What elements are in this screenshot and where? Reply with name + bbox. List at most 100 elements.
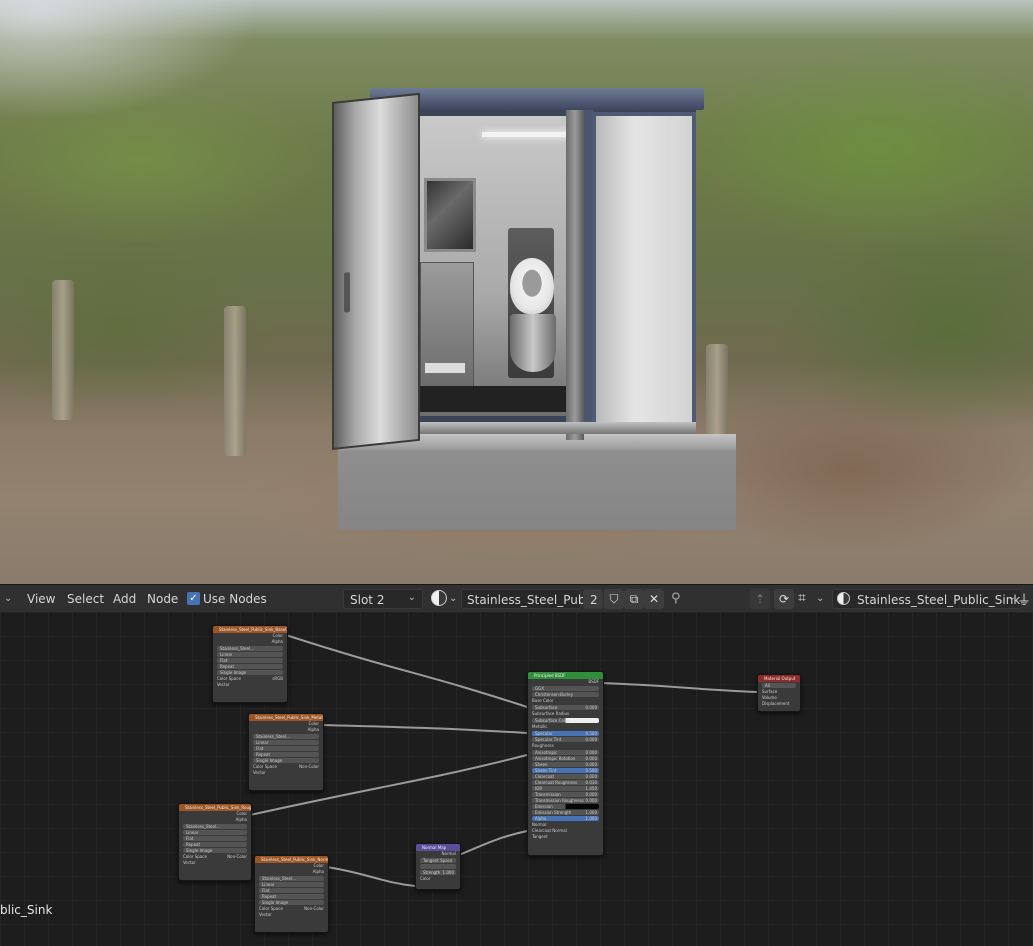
output-alpha: Alpha: [312, 869, 324, 874]
projection-dropdown[interactable]: Flat: [183, 836, 247, 841]
snap-grid-icon[interactable]: ⌗: [798, 590, 806, 606]
interpolation-dropdown[interactable]: Linear: [217, 652, 283, 657]
principled-bsdf-node[interactable]: Principled BSDF BSDF GGX Christensen-Bur…: [527, 671, 604, 856]
input-metallic: Metallic: [528, 724, 603, 730]
input-label: Specular: [535, 731, 553, 736]
link-normal-color: [326, 866, 416, 887]
chevron-down-icon: ⌄: [407, 592, 416, 603]
material-name: Stainless_Steel_Publ...: [467, 593, 601, 607]
input-label: Clearcoat Roughness: [535, 780, 578, 785]
input-value: 0.000: [585, 798, 597, 803]
object-material-dropdown[interactable]: Stainless_Steel_Public_Sink ⌄: [832, 589, 1022, 609]
input-specular-tint[interactable]: Specular Tint 0.000: [532, 737, 599, 742]
subsurface-method-dropdown[interactable]: Christensen-Burley: [532, 692, 599, 697]
input-value: 1.000: [585, 816, 597, 821]
3d-viewport[interactable]: [0, 0, 1033, 584]
target-dropdown[interactable]: All: [762, 683, 796, 688]
chevron-down-icon[interactable]: ⌄: [816, 593, 824, 604]
image-selector[interactable]: Stainless_Steel...: [253, 734, 319, 739]
fake-user-shield-icon[interactable]: ⛉: [604, 589, 624, 609]
image-texture-node-roughness[interactable]: Stainless_Steel_Public_Sink_Roughness Co…: [178, 803, 252, 881]
input-alpha[interactable]: Alpha 1.000: [532, 816, 599, 821]
image-texture-node-metallic[interactable]: Stainless_Steel_Public_Sink_Metallic Col…: [248, 713, 324, 791]
input-sheen[interactable]: Sheen 0.000: [532, 762, 599, 767]
node-canvas[interactable]: Stainless_Steel_Public_Sink_BaseColor Co…: [0, 612, 1033, 946]
user-count: 2: [590, 593, 598, 607]
source-dropdown[interactable]: Single Image: [253, 758, 319, 763]
uv-map-field[interactable]: [420, 864, 456, 869]
interpolation-dropdown[interactable]: Linear: [259, 882, 324, 887]
input-label: Subsurface: [535, 705, 558, 710]
input-label: Alpha: [535, 816, 547, 821]
canvas-material-label: blic_Sink: [0, 903, 53, 917]
image-texture-node-normal[interactable]: Stainless_Steel_Public_Sink_Normal Color…: [254, 855, 329, 933]
menu-view[interactable]: View: [27, 592, 55, 606]
input-emission[interactable]: Emission: [532, 804, 599, 809]
parent-node-tree-icon[interactable]: ⇡: [750, 589, 770, 609]
projection-dropdown[interactable]: Flat: [253, 746, 319, 751]
interpolation-dropdown[interactable]: Linear: [183, 830, 247, 835]
node-links: [249, 634, 758, 887]
material-browse-icon[interactable]: [431, 590, 447, 606]
image-selector[interactable]: Stainless_Steel...: [183, 824, 247, 829]
input-transmission[interactable]: Transmission 0.000: [532, 792, 599, 797]
pin-icon[interactable]: ⚲: [671, 591, 681, 606]
image-selector[interactable]: Stainless_Steel...: [217, 646, 283, 651]
input-label: Roughness: [532, 743, 554, 748]
extension-dropdown[interactable]: Repeat: [253, 752, 319, 757]
source-dropdown[interactable]: Single Image: [217, 670, 283, 675]
slot-dropdown[interactable]: Slot 2 ⌄: [343, 589, 423, 609]
image-selector[interactable]: Stainless_Steel...: [259, 876, 324, 881]
input-anisotropic[interactable]: Anisotropic 0.000: [532, 750, 599, 755]
snapping-toggle-icon[interactable]: ⟳: [774, 589, 794, 609]
material-output-node[interactable]: Material Output All Surface Volume Displ…: [757, 674, 801, 712]
input-anisotropic-rotation[interactable]: Anisotropic Rotation 0.000: [532, 756, 599, 761]
node-title: Normal Map: [416, 844, 460, 851]
node-title: Principled BSDF: [528, 672, 603, 679]
strength-field[interactable]: Strength 1.000: [420, 870, 456, 875]
input-label: Emission: [535, 804, 553, 809]
input-subsurface[interactable]: Subsurface 0.000: [532, 705, 599, 710]
image-texture-node-basecolor[interactable]: Stainless_Steel_Public_Sink_BaseColor Co…: [212, 625, 288, 703]
use-nodes-checkbox[interactable]: ✓: [187, 592, 200, 605]
extension-dropdown[interactable]: Repeat: [259, 894, 324, 899]
material-name-field[interactable]: Stainless_Steel_Publ...: [461, 589, 600, 609]
input-specular[interactable]: Specular 0.500: [532, 731, 599, 736]
input-sheen-tint[interactable]: Sheen Tint 0.500: [532, 768, 599, 773]
input-emission-strength[interactable]: Emission Strength 1.000: [532, 810, 599, 815]
extension-dropdown[interactable]: Repeat: [217, 664, 283, 669]
slot-label: Slot 2: [350, 593, 385, 607]
menu-add[interactable]: Add: [113, 592, 136, 606]
user-count-button[interactable]: 2: [583, 589, 603, 609]
menu-node[interactable]: Node: [147, 592, 178, 606]
input-label: Subsurface Radius: [532, 711, 570, 716]
projection-dropdown[interactable]: Flat: [259, 888, 324, 893]
new-material-icon[interactable]: ⧉: [624, 589, 644, 609]
projection-dropdown[interactable]: Flat: [217, 658, 283, 663]
menu-select[interactable]: Select: [67, 592, 104, 606]
input-ior[interactable]: IOR 1.450: [532, 786, 599, 791]
door-frame: [566, 110, 584, 440]
input-subsurface-color[interactable]: Subsurface Color: [532, 718, 599, 723]
mirror: [424, 178, 476, 252]
normal-map-node[interactable]: Normal Map Normal Tangent Space Strength…: [415, 843, 461, 890]
extension-dropdown[interactable]: Repeat: [183, 842, 247, 847]
link-metallic: [321, 724, 528, 734]
interpolation-dropdown[interactable]: Linear: [253, 740, 319, 745]
link-normal-map: [458, 830, 528, 856]
input-label: Anisotropic Rotation: [535, 756, 576, 761]
input-tangent: Tangent: [528, 834, 603, 840]
filter-icon[interactable]: ⏚: [1017, 590, 1031, 610]
source-dropdown[interactable]: Single Image: [183, 848, 247, 853]
space-dropdown[interactable]: Tangent Space: [420, 858, 456, 863]
chevron-down-icon: ⌄: [1007, 592, 1016, 603]
distribution-dropdown[interactable]: GGX: [532, 686, 599, 691]
close-icon[interactable]: ✕: [644, 589, 664, 609]
input-clearcoat-roughness[interactable]: Clearcoat Roughness 0.030: [532, 780, 599, 785]
input-transmission-roughness[interactable]: Transmission Roughness 0.000: [532, 798, 599, 803]
public-toilet-model[interactable]: [330, 86, 740, 532]
output-bsdf: BSDF: [588, 679, 599, 684]
source-dropdown[interactable]: Single Image: [259, 900, 324, 905]
chevron-down-icon[interactable]: ⌄: [4, 593, 12, 604]
input-clearcoat[interactable]: Clearcoat 0.000: [532, 774, 599, 779]
